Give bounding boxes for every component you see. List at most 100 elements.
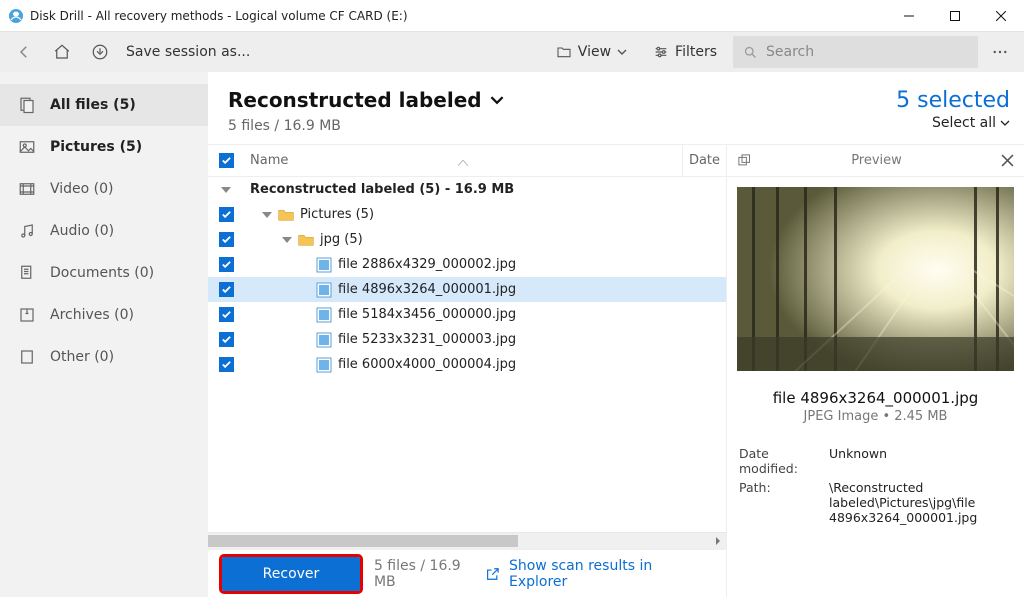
sidebar-item-label: Archives (0) (50, 307, 134, 323)
maximize-button[interactable] (932, 0, 978, 31)
footer-summary: 5 files / 16.9 MB (374, 558, 485, 590)
sidebar-item-documents[interactable]: Documents (0) (0, 252, 208, 294)
sidebar-item-label: Audio (0) (50, 223, 114, 239)
chevron-down-icon (1000, 118, 1010, 128)
video-icon (18, 180, 36, 198)
sidebar-item-label: Video (0) (50, 181, 114, 197)
close-preview-icon[interactable] (1001, 154, 1014, 167)
pictures-icon (18, 138, 36, 156)
file-row[interactable]: file 2886x4329_000002.jpg (208, 252, 726, 277)
save-session-icon[interactable] (84, 36, 116, 68)
tree-row-root[interactable]: Reconstructed labeled (5) - 16.9 MB (208, 177, 726, 202)
preview-image (737, 187, 1014, 371)
external-link-icon (485, 566, 501, 582)
home-button[interactable] (46, 36, 78, 68)
recover-button[interactable]: Recover (222, 557, 360, 591)
search-input[interactable]: Search (733, 36, 978, 68)
search-icon (743, 45, 758, 60)
view-label: View (578, 44, 611, 60)
sidebar-item-label: Documents (0) (50, 265, 154, 281)
row-checkbox[interactable] (219, 232, 234, 247)
view-dropdown[interactable]: View (546, 36, 637, 68)
sidebar-item-archives[interactable]: Archives (0) (0, 294, 208, 336)
file-tree: Reconstructed labeled (5) - 16.9 MB Pict… (208, 177, 726, 532)
select-all-button[interactable]: Select all (896, 115, 1010, 131)
app-icon (8, 8, 24, 24)
select-all-checkbox[interactable] (219, 153, 234, 168)
save-session-label[interactable]: Save session as... (122, 44, 254, 60)
audio-icon (18, 222, 36, 240)
folder-icon (298, 233, 314, 247)
preview-date-key: Date modified: (739, 446, 829, 476)
filters-button[interactable]: Filters (643, 36, 727, 68)
toolbar: Save session as... View Filters Search (0, 31, 1024, 72)
sidebar-item-all-files[interactable]: All files (5) (0, 84, 208, 126)
sort-asc-icon (458, 155, 468, 170)
minimize-button[interactable] (886, 0, 932, 31)
back-button[interactable] (8, 36, 40, 68)
row-checkbox[interactable] (219, 307, 234, 322)
image-file-icon (316, 282, 332, 298)
sidebar-item-label: Other (0) (50, 349, 114, 365)
collapse-icon[interactable] (282, 235, 292, 245)
select-all-label: Select all (932, 115, 996, 131)
preview-panel: Preview (726, 145, 1024, 597)
footer: Recover 5 files / 16.9 MB Show scan resu… (208, 549, 726, 597)
close-button[interactable] (978, 0, 1024, 31)
chevron-down-icon (490, 93, 504, 107)
content-title-text: Reconstructed labeled (228, 88, 482, 112)
archives-icon (18, 306, 36, 324)
folder-icon (278, 208, 294, 222)
file-row[interactable]: file 5233x3231_000003.jpg (208, 327, 726, 352)
preview-title: Preview (851, 153, 902, 168)
row-checkbox[interactable] (219, 257, 234, 272)
sliders-icon (653, 44, 669, 60)
collapse-icon[interactable] (221, 185, 231, 195)
tree-row-pictures[interactable]: Pictures (5) (208, 202, 726, 227)
scroll-right-icon[interactable] (709, 533, 726, 549)
image-file-icon (316, 257, 332, 273)
collapse-icon[interactable] (262, 210, 272, 220)
window-title: Disk Drill - All recovery methods - Logi… (30, 9, 408, 23)
documents-icon (18, 264, 36, 282)
row-checkbox[interactable] (219, 207, 234, 222)
search-placeholder: Search (766, 44, 814, 60)
sidebar-item-label: All files (5) (50, 97, 136, 113)
selected-count: 5 selected (896, 88, 1010, 113)
sidebar-item-audio[interactable]: Audio (0) (0, 210, 208, 252)
content-subtitle: 5 files / 16.9 MB (228, 118, 504, 134)
scrollbar-thumb[interactable] (208, 535, 518, 547)
tree-row-jpg[interactable]: jpg (5) (208, 227, 726, 252)
image-file-icon (316, 332, 332, 348)
sidebar-item-label: Pictures (5) (50, 139, 142, 155)
column-name[interactable]: Name (244, 153, 682, 168)
content-panel: Reconstructed labeled 5 files / 16.9 MB … (208, 72, 1024, 597)
preview-filename: file 4896x3264_000001.jpg (727, 389, 1024, 407)
preview-meta: JPEG Image • 2.45 MB (727, 409, 1024, 424)
show-in-explorer-link[interactable]: Show scan results in Explorer (485, 558, 712, 590)
content-title[interactable]: Reconstructed labeled (228, 88, 504, 112)
column-date[interactable]: Date (682, 145, 726, 176)
sidebar-item-video[interactable]: Video (0) (0, 168, 208, 210)
other-icon (18, 348, 36, 366)
popout-icon[interactable] (737, 153, 752, 168)
row-checkbox[interactable] (219, 332, 234, 347)
file-row[interactable]: file 6000x4000_000004.jpg (208, 352, 726, 377)
file-row[interactable]: file 4896x3264_000001.jpg (208, 277, 726, 302)
row-checkbox[interactable] (219, 282, 234, 297)
image-file-icon (316, 307, 332, 323)
preview-path-key: Path: (739, 480, 829, 525)
column-header: Name Date (208, 145, 726, 177)
chevron-down-icon (617, 47, 627, 57)
sidebar-item-other[interactable]: Other (0) (0, 336, 208, 378)
filters-label: Filters (675, 44, 717, 60)
all-files-icon (18, 96, 36, 114)
more-button[interactable] (984, 36, 1016, 68)
title-bar: Disk Drill - All recovery methods - Logi… (0, 0, 1024, 31)
sidebar: All files (5) Pictures (5) Video (0) Aud… (0, 72, 208, 597)
image-file-icon (316, 357, 332, 373)
row-checkbox[interactable] (219, 357, 234, 372)
horizontal-scrollbar[interactable] (208, 532, 726, 549)
sidebar-item-pictures[interactable]: Pictures (5) (0, 126, 208, 168)
file-row[interactable]: file 5184x3456_000000.jpg (208, 302, 726, 327)
